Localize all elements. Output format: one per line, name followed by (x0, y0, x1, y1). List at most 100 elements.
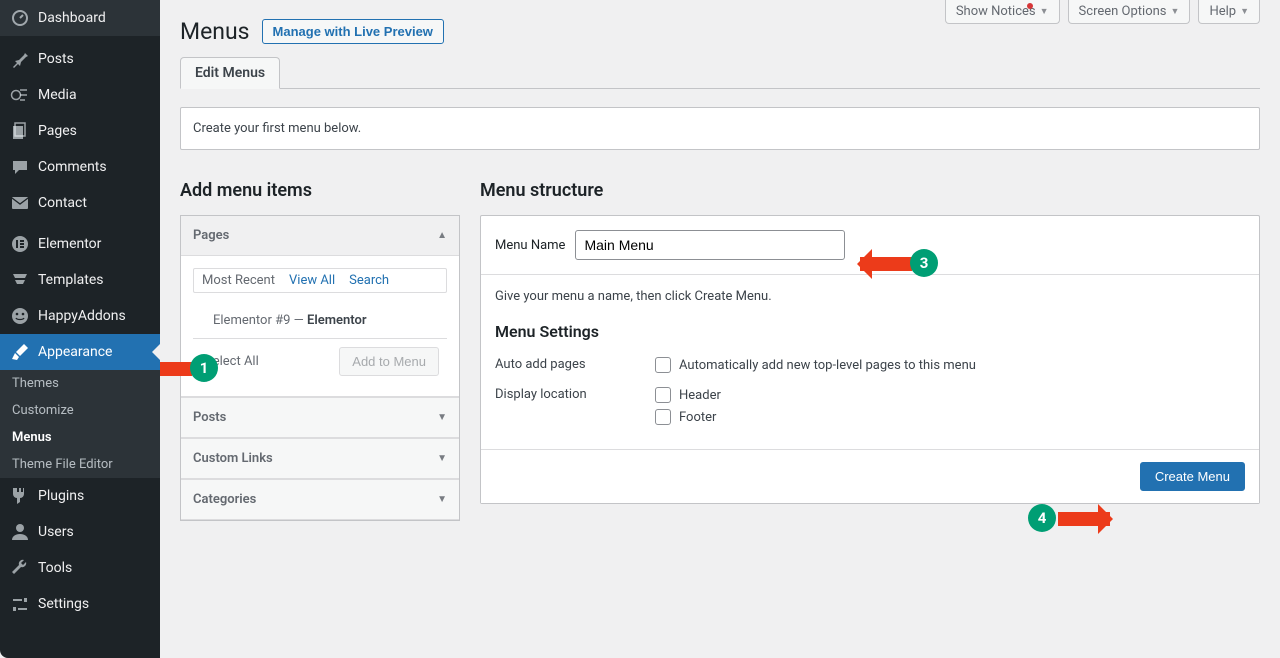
chevron-down-icon: ▼ (437, 412, 447, 423)
location-header-text: Header (679, 388, 721, 403)
location-footer-checkbox[interactable] (655, 409, 671, 425)
caret-down-icon: ▼ (1040, 6, 1049, 17)
sidebar-label: Appearance (38, 344, 112, 360)
submenu-customize[interactable]: Customize (0, 397, 160, 424)
sidebar-item-posts[interactable]: Posts (0, 41, 160, 77)
annotation-badge-1: 1 (190, 354, 218, 382)
gauge-icon (10, 8, 30, 28)
sidebar-label: Posts (38, 51, 74, 67)
notice-dot-icon (1027, 3, 1033, 9)
accordion-pages-header[interactable]: Pages ▲ (181, 216, 459, 256)
menu-name-input[interactable] (575, 230, 845, 260)
show-notices-label: Show Notices (956, 4, 1036, 19)
tab-edit-menus[interactable]: Edit Menus (180, 57, 280, 89)
subtab-most-recent[interactable]: Most Recent (202, 273, 275, 288)
submenu-themes[interactable]: Themes (0, 370, 160, 397)
menu-hint-text: Give your menu a name, then click Create… (495, 289, 772, 304)
first-menu-notice: Create your first menu below. (180, 107, 1260, 150)
accordion-pages-label: Pages (193, 228, 229, 243)
nav-tabs: Edit Menus (180, 57, 1260, 89)
caret-down-icon: ▼ (1171, 6, 1180, 17)
menu-name-label: Menu Name (495, 238, 565, 253)
add-to-menu-button[interactable]: Add to Menu (339, 347, 439, 376)
screen-options-label: Screen Options (1079, 4, 1167, 19)
page-item-name: Elementor (307, 313, 367, 328)
mail-icon (10, 193, 30, 213)
templates-icon (10, 270, 30, 290)
appearance-submenu: Themes Customize Menus Theme File Editor (0, 370, 160, 478)
sidebar-label: Users (38, 524, 74, 540)
page-title: Menus (180, 18, 250, 45)
pin-icon (10, 49, 30, 69)
happyaddons-icon (10, 306, 30, 326)
menu-structure-heading: Menu structure (480, 180, 1260, 201)
subtab-search[interactable]: Search (349, 273, 389, 288)
help-label: Help (1209, 4, 1236, 19)
sliders-icon (10, 594, 30, 614)
accordion-posts-header[interactable]: Posts ▼ (181, 397, 459, 438)
sidebar-item-pages[interactable]: Pages (0, 113, 160, 149)
display-location-label: Display location (495, 387, 605, 402)
sidebar-item-elementor[interactable]: Elementor (0, 226, 160, 262)
sidebar-item-dashboard[interactable]: Dashboard (0, 0, 160, 36)
sidebar-label: Settings (38, 596, 89, 612)
main-content: Show Notices ▼ Screen Options ▼ Help ▼ M… (160, 0, 1280, 658)
show-notices-button[interactable]: Show Notices ▼ (945, 0, 1060, 24)
add-menu-items-heading: Add menu items (180, 180, 460, 201)
chevron-down-icon: ▼ (437, 453, 447, 464)
caret-down-icon: ▼ (1240, 6, 1249, 17)
page-item-prefix: Elementor #9 — (213, 313, 307, 328)
sidebar-item-settings[interactable]: Settings (0, 586, 160, 622)
sidebar-item-comments[interactable]: Comments (0, 149, 160, 185)
help-button[interactable]: Help ▼ (1198, 0, 1260, 24)
screen-meta-controls: Show Notices ▼ Screen Options ▼ Help ▼ (945, 0, 1260, 24)
sidebar-label: Media (38, 87, 77, 103)
submenu-menus[interactable]: Menus (0, 424, 160, 451)
auto-add-pages-checkbox[interactable] (655, 357, 671, 373)
annotation-arrow-4 (1058, 512, 1110, 526)
page-list-item[interactable]: Elementor #9 — Elementor (193, 303, 447, 338)
sidebar-label: Elementor (38, 236, 101, 252)
annotation-badge-4: 4 (1028, 504, 1056, 532)
auto-add-pages-label: Auto add pages (495, 357, 605, 372)
sidebar-label: Dashboard (38, 10, 106, 26)
accordion-customlinks-header[interactable]: Custom Links ▼ (181, 438, 459, 479)
chevron-down-icon: ▼ (437, 494, 447, 505)
annotation-badge-3: 3 (910, 249, 938, 277)
annotation-arrow-3 (860, 257, 912, 271)
accordion-categories-header[interactable]: Categories ▼ (181, 479, 459, 520)
sidebar-item-users[interactable]: Users (0, 514, 160, 550)
sidebar-item-contact[interactable]: Contact (0, 185, 160, 221)
sidebar-item-templates[interactable]: Templates (0, 262, 160, 298)
subtab-view-all[interactable]: View All (289, 273, 335, 288)
sidebar-label: Plugins (38, 488, 84, 504)
sidebar-item-media[interactable]: Media (0, 77, 160, 113)
accordion-categories-label: Categories (193, 492, 256, 507)
sidebar-item-happyaddons[interactable]: HappyAddons (0, 298, 160, 334)
sidebar-label: Tools (38, 560, 72, 576)
brush-icon (10, 342, 30, 362)
user-icon (10, 522, 30, 542)
location-footer-text: Footer (679, 410, 716, 425)
location-header-checkbox[interactable] (655, 387, 671, 403)
submenu-theme-file-editor[interactable]: Theme File Editor (0, 451, 160, 478)
sidebar-label: Contact (38, 195, 87, 211)
sidebar-label: Comments (38, 159, 107, 175)
accordion-customlinks-label: Custom Links (193, 451, 273, 466)
comment-icon (10, 157, 30, 177)
accordion-posts-label: Posts (193, 410, 226, 425)
accordion-pages-body: Most Recent View All Search Elementor #9… (181, 256, 459, 397)
screen-options-button[interactable]: Screen Options ▼ (1068, 0, 1191, 24)
sidebar-item-plugins[interactable]: Plugins (0, 478, 160, 514)
menu-items-accordion: Pages ▲ Most Recent View All Search Elem… (180, 215, 460, 521)
create-menu-button[interactable]: Create Menu (1140, 462, 1245, 491)
manage-live-preview-button[interactable]: Manage with Live Preview (262, 19, 444, 44)
sidebar-label: Pages (38, 123, 77, 139)
pages-icon (10, 121, 30, 141)
sidebar-label: Templates (38, 272, 104, 288)
sidebar-item-appearance[interactable]: Appearance (0, 334, 160, 370)
sidebar-item-tools[interactable]: Tools (0, 550, 160, 586)
plug-icon (10, 486, 30, 506)
chevron-up-icon: ▲ (437, 230, 447, 241)
auto-add-pages-text: Automatically add new top-level pages to… (679, 358, 976, 373)
